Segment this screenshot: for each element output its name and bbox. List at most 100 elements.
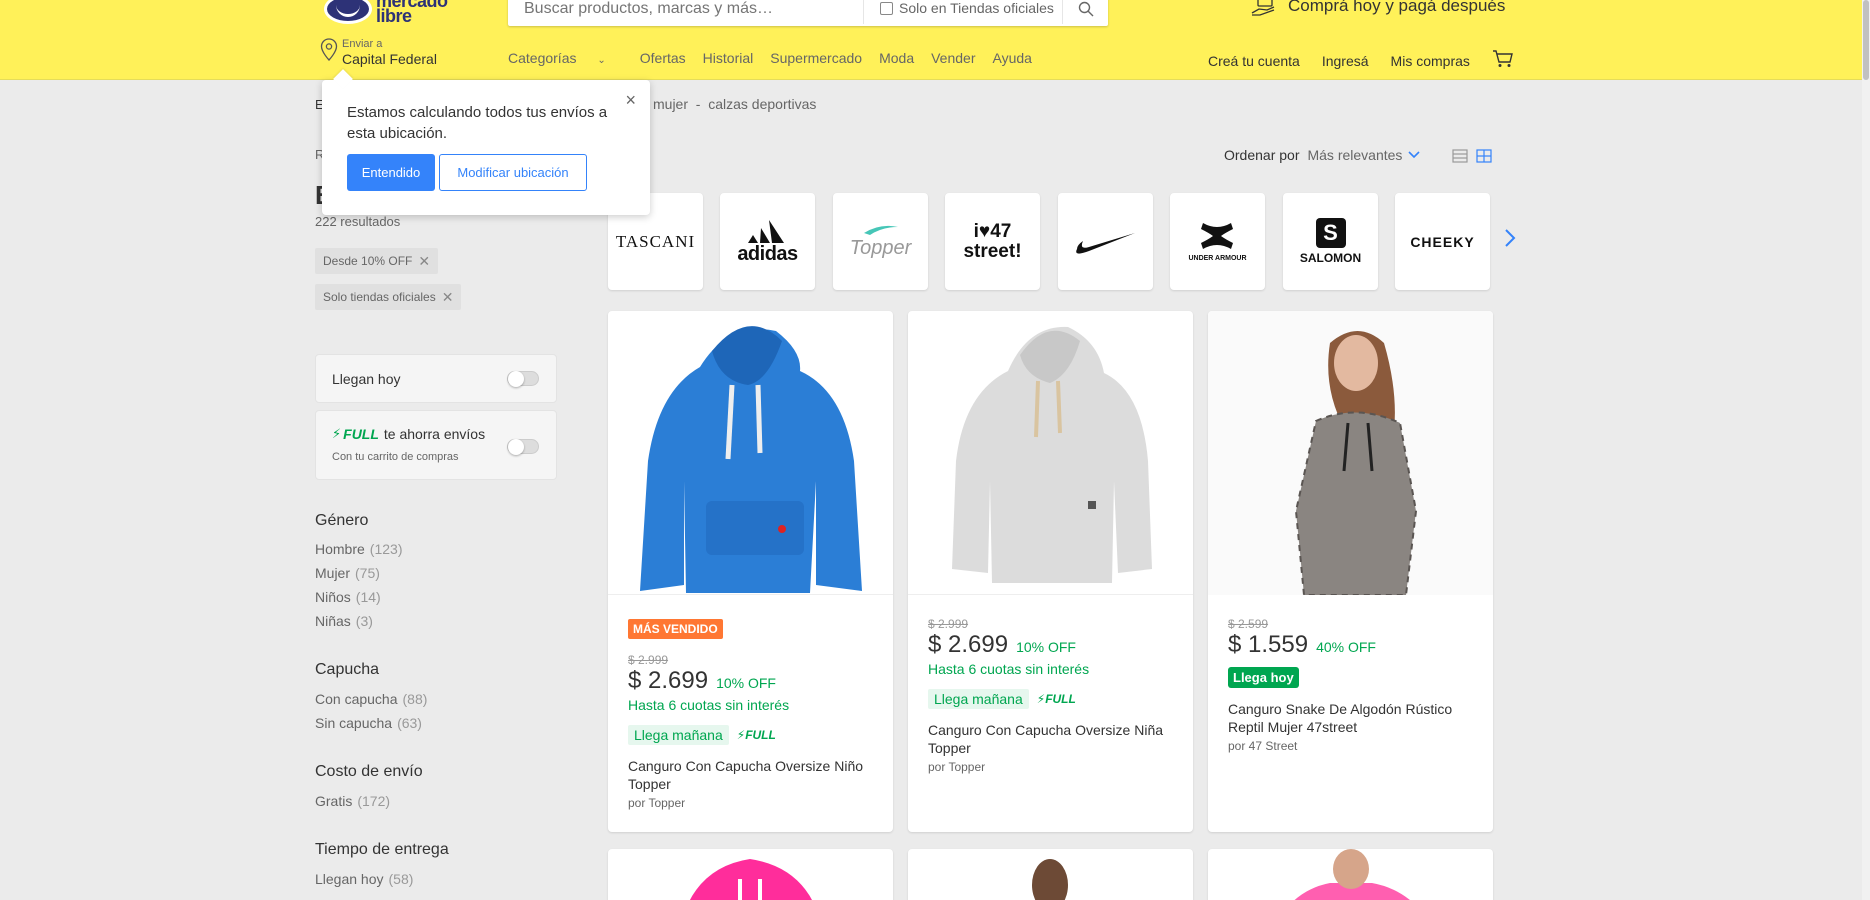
nav-moda[interactable]: Moda [879,50,914,66]
hand-money-icon [1251,0,1275,16]
product-card[interactable]: $ 2.599 $ 1.559 40% OFF Llega hoy Canguro… [1208,311,1493,832]
brand-tile[interactable]: CHEEKY [1395,193,1490,290]
full-toggle-switch[interactable] [507,439,539,455]
my-purchases-link[interactable]: Mis compras [1391,53,1470,69]
filter-item[interactable]: Hombre (123) [315,541,402,557]
location-value: Capital Federal [342,51,437,67]
brand-tile[interactable]: Topper [833,193,928,290]
today-toggle-card: Llegan hoy [315,354,557,403]
location-label: Enviar a [342,38,383,50]
promo-banner[interactable]: Comprá hoy y pagá después [1250,0,1505,17]
brand-tascani-logo: TASCANI [615,231,696,251]
product-card[interactable] [908,849,1193,900]
shipping-badge: Llega mañana [628,725,729,745]
nav-supermercado[interactable]: Supermercado [770,50,862,66]
brand-under-armour-logo: UNDER ARMOUR [1188,255,1247,262]
nav-vender[interactable]: Vender [931,50,975,66]
nav-ayuda[interactable]: Ayuda [992,50,1031,66]
search-icon[interactable] [1078,1,1094,22]
nav-ofertas[interactable]: Ofertas [640,50,686,66]
brand-tile[interactable]: i♥47 street! [945,193,1040,290]
full-text: te ahorra envíos [383,426,486,442]
product-title[interactable]: Canguro Con Capucha Oversize Niña Topper [928,721,1178,757]
brand-cheeky-logo: CHEEKY [1410,233,1475,250]
grid-view-icon[interactable] [1476,149,1492,168]
filter-item[interactable]: Mujer (75) [315,565,380,581]
filter-item[interactable]: Sin capucha (63) [315,715,422,731]
breadcrumb[interactable]: mujer - calzas deportivas [653,96,816,112]
sort-value: Más relevantes [1307,147,1403,163]
promo-text: Comprá hoy y pagá después [1288,0,1506,15]
filter-item[interactable]: Gratis (172) [315,793,390,809]
modify-location-button[interactable]: Modificar ubicación [439,154,587,191]
price: $ 2.699 [928,631,1009,658]
page-scrollbar[interactable] [1862,0,1870,900]
brand-tile[interactable]: UNDER ARMOUR [1170,193,1265,290]
close-icon[interactable]: × [625,90,636,111]
product-image[interactable] [608,311,893,595]
sort-label: Ordenar por [1224,147,1300,163]
create-account-link[interactable]: Creá tu cuenta [1208,53,1300,69]
product-image[interactable] [908,311,1193,595]
remove-filter-icon[interactable]: ✕ [418,253,430,270]
hoodie-image [689,859,813,900]
brand-tile[interactable]: S SALOMON [1283,193,1378,290]
full-label: FULL [1045,692,1076,706]
product-card[interactable]: $ 2.999 $ 2.699 10% OFF Hasta 6 cuotas si… [908,311,1193,832]
filter-item[interactable]: Llegan hoy (58) [315,871,413,887]
mercadolibre-logo[interactable]: mercado libre [324,0,448,25]
full-toggle-card: ⚡ FULL te ahorra envíos Con tu carrito d… [315,410,557,480]
old-price: $ 2.999 [928,617,969,631]
installments: Hasta 6 cuotas sin interés [628,697,790,713]
discount: 10% OFF [1016,639,1076,655]
location-pin-icon [320,38,338,61]
login-link[interactable]: Ingresá [1322,53,1369,69]
full-label: FULL [745,728,776,742]
topper-swoosh-icon [864,225,899,235]
model-image [1208,311,1493,596]
filter-chip-discount[interactable]: Desde 10% OFF ✕ [315,248,439,274]
full-label: FULL [343,426,379,442]
old-price: $ 2.599 [1228,617,1269,631]
scrollbar-thumb[interactable] [1863,0,1869,80]
nav-categorias[interactable]: Categorías ⌄ [508,50,623,66]
product-card[interactable] [608,849,893,900]
results-count: 222 resultados [315,214,401,229]
cart-icon[interactable] [1492,50,1514,71]
filter-item[interactable]: Con capucha (88) [315,691,427,707]
official-stores-checkbox[interactable]: Solo en Tiendas oficiales [880,0,1054,16]
full-subtext: Con tu carrito de compras [332,451,459,463]
remove-filter-icon[interactable]: ✕ [442,289,454,306]
search-divider-2 [1062,0,1063,24]
filter-item[interactable]: Niñas (3) [315,613,373,629]
product-title[interactable]: Canguro Con Capucha Oversize Niño Topper [628,757,878,793]
shipping-badge: Llega mañana [928,689,1029,709]
carousel-next-icon[interactable] [1504,228,1516,253]
filter-title-costo-envio: Costo de envío [315,763,423,780]
today-toggle-switch[interactable] [507,371,539,387]
understood-button[interactable]: Entendido [347,154,435,191]
brand-tile[interactable] [1058,193,1153,290]
best-seller-badge: MÁS VENDIDO [628,619,723,639]
filter-chip-official[interactable]: Solo tiendas oficiales ✕ [315,284,462,310]
product-card[interactable]: MÁS VENDIDO $ 2.999 $ 2.699 10% OFF Hasta… [608,311,893,832]
product-title[interactable]: Canguro Snake De Algodón Rústico Reptil … [1228,700,1478,736]
search-input[interactable] [524,0,854,18]
under-armour-icon [1201,223,1234,249]
discount: 40% OFF [1316,639,1376,655]
sort-selector[interactable]: Ordenar por Más relevantes [1224,147,1420,163]
adidas-stripes-icon [748,220,785,243]
brand-47street-logo: i♥47 street! [963,220,1022,262]
list-view-icon[interactable] [1452,149,1468,168]
installments: Hasta 6 cuotas sin interés [928,661,1090,677]
location-selector[interactable]: Enviar a Capital Federal [320,38,437,67]
product-card[interactable] [1208,849,1493,900]
nav-historial[interactable]: Historial [703,50,754,66]
filter-item[interactable]: Niños (14) [315,589,381,605]
hoodie-image [640,326,862,593]
account-nav: Creá tu cuenta Ingresá Mis compras [1208,50,1514,71]
price: $ 2.699 [628,667,709,694]
product-image[interactable] [1208,311,1493,596]
brand-tile[interactable]: adidas [720,193,815,290]
price: $ 1.559 [1228,631,1309,658]
